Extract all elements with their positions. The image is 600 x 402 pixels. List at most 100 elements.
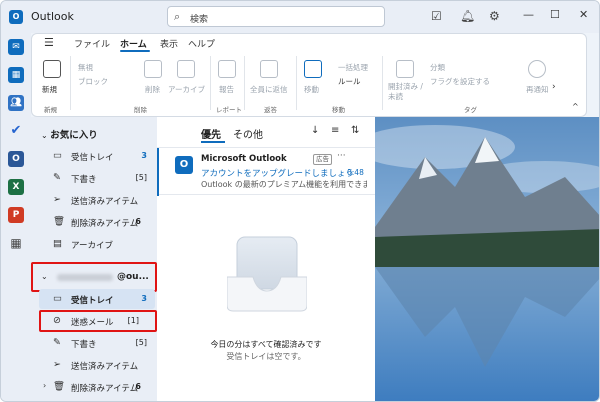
tab-file[interactable]: ファイル xyxy=(74,37,110,50)
report-button[interactable]: 報告 xyxy=(219,84,234,95)
folder-label: 削除済みアイテム xyxy=(71,219,139,229)
read-unread-icon xyxy=(396,60,414,78)
ribbon-separator xyxy=(382,56,383,110)
sweep-button[interactable]: 一括処理 xyxy=(338,62,368,73)
message-preview: Outlook の最新のプレミアム機能を利用できます xyxy=(201,180,367,189)
search-box[interactable]: ⌕ 検索 xyxy=(167,6,385,27)
outlook-app-icon[interactable]: O xyxy=(8,151,24,167)
bell-icon[interactable]: 🔔︎ xyxy=(460,9,475,23)
folder-label: 削除済みアイテム xyxy=(71,384,139,394)
block-button[interactable]: ブロック xyxy=(78,76,108,87)
people-app-icon[interactable]: 👥︎ xyxy=(8,95,24,111)
flag-button[interactable]: フラグを設定する xyxy=(430,76,490,87)
rules-button[interactable]: ルール xyxy=(338,76,361,87)
excel-app-icon[interactable]: X xyxy=(8,179,24,195)
ribbon-separator xyxy=(244,56,245,110)
active-tab-underline xyxy=(120,50,150,52)
group-tags-label: タグ xyxy=(464,106,477,114)
folder-inbox[interactable]: ▭ 受信トレイ 3 xyxy=(39,289,155,309)
empty-inbox-illustration xyxy=(227,236,307,312)
new-button[interactable]: 新規 xyxy=(42,84,57,95)
tab-help[interactable]: ヘルプ xyxy=(188,37,215,50)
sort-icon[interactable]: ⇅ xyxy=(351,125,359,136)
snooze-icon xyxy=(528,60,546,78)
read-unread-button[interactable]: 開封済み / 未読 xyxy=(388,82,423,102)
more-options-icon[interactable]: ··· xyxy=(337,151,346,161)
inbox-icon: ▭ xyxy=(53,150,62,161)
trash-icon: 🗑︎ xyxy=(53,216,66,227)
folder-deleted[interactable]: › 🗑︎ 削除済みアイテム 6 xyxy=(39,377,155,397)
minimize-icon[interactable]: — xyxy=(523,8,534,21)
inbox-icon: ▭ xyxy=(53,293,62,304)
send-icon: ➢ xyxy=(53,359,61,370)
move-button[interactable]: 移動 xyxy=(304,84,319,95)
item-count: 6 xyxy=(135,217,141,226)
chevron-down-icon: ⌄ xyxy=(41,131,51,140)
archive-icon: ▤ xyxy=(53,238,62,249)
reply-all-button[interactable]: 全員に返信 xyxy=(250,84,288,95)
outlook-logo-icon: O xyxy=(9,10,23,24)
delete-icon xyxy=(144,60,162,78)
item-count: [5] xyxy=(135,338,147,347)
new-mail-icon xyxy=(43,60,61,78)
snooze-button[interactable]: 再通知 xyxy=(526,84,549,95)
send-icon: ➢ xyxy=(53,194,61,205)
ribbon-tabs: ☰ ファイル ホーム 表示 ヘルプ xyxy=(32,34,586,52)
ignore-button[interactable]: 無視 xyxy=(78,62,93,73)
search-icon: ⌕ xyxy=(174,10,181,23)
fav-folder-sent[interactable]: ➢ 送信済みアイテム xyxy=(39,190,155,210)
ribbon-scroll-right-icon[interactable]: › xyxy=(552,82,556,92)
item-count: [5] xyxy=(135,173,147,182)
message-list: 優先 その他 ↓ ≡ ⇅ O Microsoft Outlook 広告 ··· … xyxy=(157,117,375,401)
folder-label: アーカイブ xyxy=(71,241,113,251)
tab-home[interactable]: ホーム xyxy=(120,37,147,50)
outlook-logo-icon: O xyxy=(175,156,193,174)
delete-button[interactable]: 削除 xyxy=(145,84,160,95)
mail-app-icon[interactable]: ✉ xyxy=(8,39,24,55)
folder-label: 受信トレイ xyxy=(71,296,114,306)
folder-label: 送信済みアイテム xyxy=(71,197,139,207)
close-icon[interactable]: ✕ xyxy=(579,8,588,21)
archive-button[interactable]: アーカイブ xyxy=(168,84,205,95)
hamburger-menu-icon[interactable]: ☰ xyxy=(44,36,54,49)
ribbon: ☰ ファイル ホーム 表示 ヘルプ 新規 新規 無視 ブロック 削除 アーカイブ… xyxy=(31,33,587,117)
app-title: Outlook xyxy=(31,10,74,23)
unread-indicator xyxy=(157,148,159,196)
mountain-lake-image xyxy=(375,117,599,401)
tab-other[interactable]: その他 xyxy=(233,126,263,141)
folder-drafts[interactable]: ✎ 下書き [5] xyxy=(39,333,155,353)
empty-subtitle: 受信トレイは空です。 xyxy=(226,352,306,361)
filter-icon[interactable]: ≡ xyxy=(331,125,339,136)
fav-folder-drafts[interactable]: ✎ 下書き [5] xyxy=(39,168,155,188)
gear-icon[interactable]: ⚙ xyxy=(489,9,500,23)
calendar-app-icon[interactable]: ▦ xyxy=(8,67,24,83)
group-new-label: 新規 xyxy=(44,106,57,114)
tab-focused[interactable]: 優先 xyxy=(201,126,221,141)
message-time: 0:48 xyxy=(347,168,364,177)
powerpoint-app-icon[interactable]: P xyxy=(8,207,24,223)
todo-app-icon[interactable]: ✔ xyxy=(8,123,24,139)
folder-label: 送信済みアイテム xyxy=(71,362,139,372)
fav-folder-inbox[interactable]: ▭ 受信トレイ 3 xyxy=(39,146,155,166)
group-delete-label: 削除 xyxy=(134,106,147,114)
message-item[interactable]: O Microsoft Outlook 広告 ··· アカウントをアップグレード… xyxy=(157,147,375,196)
app-rail: ✉ ▦ 👥︎ ✔ O X P ▦ xyxy=(1,33,31,401)
search-placeholder: 検索 xyxy=(190,15,209,25)
fav-folder-archive[interactable]: ▤ アーカイブ xyxy=(39,234,155,254)
todo-icon[interactable]: ☑ xyxy=(431,9,442,23)
highlight-box-account xyxy=(31,262,157,292)
arrow-down-icon[interactable]: ↓ xyxy=(311,125,319,136)
maximize-icon[interactable]: ☐ xyxy=(550,8,560,21)
folder-sent[interactable]: ➢ 送信済みアイテム xyxy=(39,355,155,375)
ribbon-collapse-icon[interactable]: ^ xyxy=(572,102,579,111)
focused-tab-underline xyxy=(201,141,225,143)
favorites-label: お気に入り xyxy=(50,130,98,141)
ribbon-separator xyxy=(70,56,71,110)
categorize-button[interactable]: 分類 xyxy=(430,62,445,73)
tab-view[interactable]: 表示 xyxy=(160,37,178,50)
pencil-icon: ✎ xyxy=(53,172,61,183)
more-apps-icon[interactable]: ▦ xyxy=(8,235,24,251)
ribbon-separator xyxy=(296,56,297,110)
favorites-header[interactable]: ⌄ お気に入り xyxy=(41,127,98,141)
fav-folder-deleted[interactable]: 🗑︎ 削除済みアイテム 6 xyxy=(39,212,155,232)
